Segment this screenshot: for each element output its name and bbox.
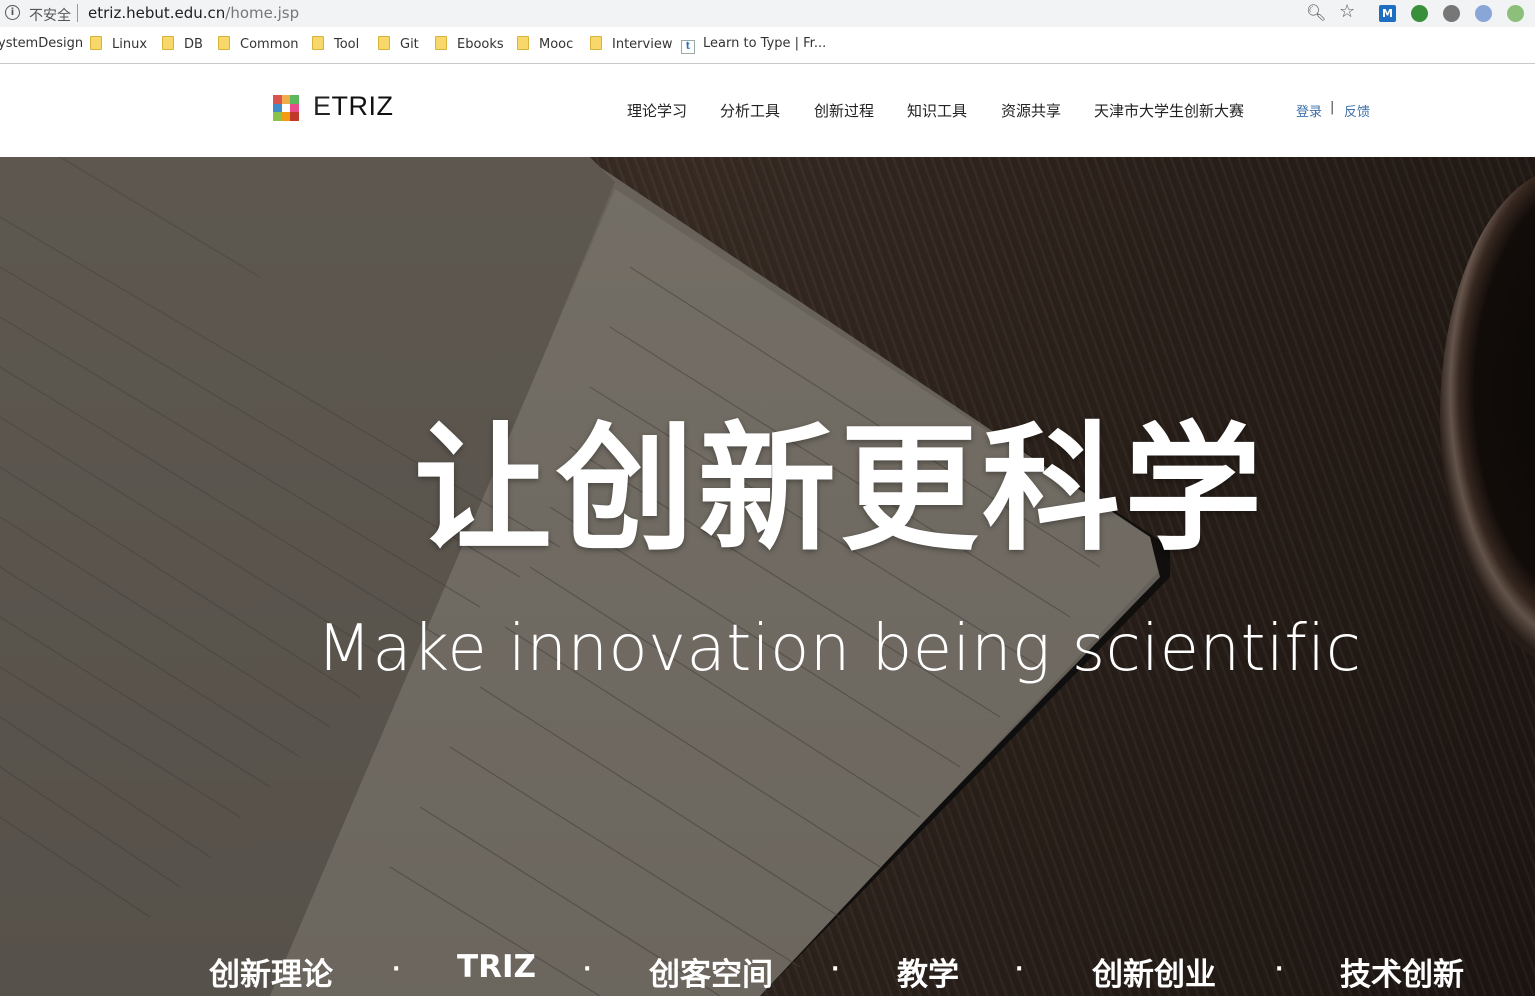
- bookmark-label: Tool: [334, 37, 360, 52]
- bookmark-item[interactable]: DB: [162, 36, 203, 52]
- nav-item[interactable]: 天津市大学生创新大赛: [1094, 100, 1244, 121]
- bookmark-label: Common: [240, 37, 299, 52]
- folder-icon: [517, 36, 529, 50]
- folder-icon: [435, 36, 447, 50]
- category-separator: ·: [831, 957, 840, 982]
- bookmark-item[interactable]: t Learn to Type | Fr...: [681, 36, 826, 54]
- hero-category-link[interactable]: 教学: [897, 949, 959, 994]
- folder-icon: [590, 36, 602, 50]
- bookmark-label: Learn to Type | Fr...: [703, 36, 827, 51]
- url-text[interactable]: etriz.hebut.edu.cn/home.jsp: [88, 4, 299, 22]
- bookmark-label: Mooc: [539, 37, 574, 52]
- typing-site-icon: t: [681, 40, 695, 54]
- nav-item[interactable]: 理论学习: [627, 100, 687, 121]
- hero-subtitle: Make innovation being scientific: [316, 612, 1362, 686]
- feedback-link[interactable]: 反馈: [1344, 101, 1370, 120]
- bookmark-item[interactable]: Tool: [312, 36, 359, 52]
- hero-banner: 让创新更科学 Make innovation being scientific …: [0, 157, 1535, 996]
- bookmark-star-icon[interactable]: ☆: [1339, 1, 1355, 22]
- bookmark-label: Ebooks: [457, 37, 504, 52]
- hero-category-link[interactable]: 技术创新: [1340, 949, 1464, 994]
- nav-item[interactable]: 分析工具: [720, 100, 780, 121]
- bookmark-item[interactable]: Git: [378, 36, 419, 52]
- folder-icon: [218, 36, 230, 50]
- folder-icon: [378, 36, 390, 50]
- bookmark-label: ystemDesign: [0, 36, 84, 51]
- hero-category-link[interactable]: 创客空间: [649, 949, 773, 994]
- category-separator: ·: [1275, 957, 1284, 982]
- nav-item[interactable]: 创新过程: [814, 100, 874, 121]
- bookmark-label: Linux: [112, 37, 148, 52]
- zoom-icon[interactable]: 🔍︎: [1306, 3, 1326, 22]
- bookmark-label: DB: [184, 37, 203, 52]
- folder-icon: [162, 36, 174, 50]
- url-host: etriz.hebut.edu.cn: [88, 4, 226, 22]
- bookmark-item[interactable]: Interview: [590, 36, 672, 52]
- bookmark-item[interactable]: Linux: [90, 36, 147, 52]
- url-path: /home.jsp: [225, 4, 300, 22]
- bookmark-item[interactable]: Common: [218, 36, 299, 52]
- m-extension-icon[interactable]: M: [1379, 5, 1396, 22]
- login-link[interactable]: 登录: [1296, 101, 1322, 120]
- security-label[interactable]: 不安全: [29, 5, 71, 25]
- bookmark-item[interactable]: Mooc: [517, 36, 573, 52]
- site-info-icon[interactable]: i: [5, 5, 20, 20]
- sync-extension-icon[interactable]: [1443, 5, 1460, 22]
- folder-icon: [90, 36, 102, 50]
- bookmarks-bar: ystemDesign Linux DB Common Tool Git Ebooks Moo…: [0, 27, 1535, 64]
- logo-triz: TRIZ: [331, 91, 394, 121]
- bookmark-label: Git: [400, 37, 419, 52]
- etriz-logo-icon[interactable]: [273, 95, 299, 121]
- category-separator: ·: [392, 957, 401, 982]
- address-separator: [77, 4, 78, 22]
- bookmark-label: Interview: [612, 37, 673, 52]
- nav-item[interactable]: 资源共享: [1001, 100, 1061, 121]
- green-dot-extension-icon[interactable]: [1507, 5, 1524, 22]
- circle-extension-icon[interactable]: [1475, 5, 1492, 22]
- address-bar[interactable]: i 不安全 etriz.hebut.edu.cn/home.jsp 🔍︎ ☆ M: [0, 0, 1535, 27]
- bookmark-item[interactable]: Ebooks: [435, 36, 504, 52]
- category-separator: ·: [583, 957, 592, 982]
- hero-category-link[interactable]: 创新创业: [1092, 949, 1216, 994]
- hero-category-link[interactable]: 创新理论: [209, 949, 333, 994]
- logo-e: E: [313, 91, 332, 121]
- site-header: ETRIZ 理论学习 分析工具 创新过程 知识工具 资源共享 天津市大学生创新大赛 登录 …: [0, 64, 1535, 157]
- category-separator: ·: [1015, 957, 1024, 982]
- site-logo[interactable]: ETRIZ: [313, 91, 394, 122]
- auth-separator: |: [1330, 100, 1335, 115]
- folder-icon: [312, 36, 324, 50]
- nav-item[interactable]: 知识工具: [907, 100, 967, 121]
- globe-extension-icon[interactable]: [1411, 5, 1428, 22]
- bookmark-item[interactable]: ystemDesign: [0, 36, 83, 51]
- hero-title: 让创新更科学: [413, 409, 1266, 570]
- hero-category-link[interactable]: TRIZ: [457, 949, 536, 985]
